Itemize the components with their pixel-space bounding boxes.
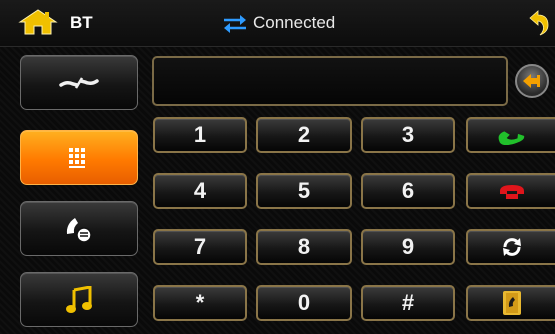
bt-link-icon bbox=[59, 76, 99, 89]
refresh-icon bbox=[502, 238, 521, 256]
dialpad-icon bbox=[69, 147, 85, 168]
phonebook-icon bbox=[66, 217, 92, 243]
back-icon[interactable] bbox=[526, 10, 550, 36]
contacts-icon bbox=[502, 291, 521, 315]
key-7[interactable]: 7 bbox=[153, 229, 247, 265]
key-8[interactable]: 8 bbox=[256, 229, 352, 265]
key-3[interactable]: 3 bbox=[361, 117, 455, 153]
number-display bbox=[152, 56, 508, 106]
key-9[interactable]: 9 bbox=[361, 229, 455, 265]
key-hash[interactable]: # bbox=[361, 285, 455, 321]
key-0[interactable]: 0 bbox=[256, 285, 352, 321]
key-1[interactable]: 1 bbox=[153, 117, 247, 153]
refresh-button[interactable] bbox=[466, 229, 555, 265]
sidebar-item-dialpad[interactable] bbox=[20, 130, 138, 185]
call-button[interactable] bbox=[466, 117, 555, 153]
key-2[interactable]: 2 bbox=[256, 117, 352, 153]
page-title: BT bbox=[70, 13, 93, 32]
key-star[interactable]: * bbox=[153, 285, 247, 321]
connection-status: Connected bbox=[253, 13, 336, 32]
connection-arrows-icon bbox=[224, 15, 246, 33]
hangup-icon bbox=[499, 185, 524, 199]
key-4[interactable]: 4 bbox=[153, 173, 247, 209]
music-note-icon bbox=[66, 285, 92, 313]
home-icon[interactable] bbox=[18, 9, 58, 35]
sidebar-item-music[interactable] bbox=[20, 272, 138, 327]
contacts-button[interactable] bbox=[466, 285, 555, 321]
key-5[interactable]: 5 bbox=[256, 173, 352, 209]
backspace-button[interactable] bbox=[515, 64, 549, 98]
top-bar: BT Connected bbox=[0, 0, 555, 47]
backspace-arrow-icon bbox=[523, 74, 540, 88]
call-icon bbox=[498, 131, 524, 145]
hangup-button[interactable] bbox=[466, 173, 555, 209]
key-6[interactable]: 6 bbox=[361, 173, 455, 209]
sidebar-item-phonebook[interactable] bbox=[20, 201, 138, 256]
sidebar-item-link[interactable] bbox=[20, 55, 138, 110]
